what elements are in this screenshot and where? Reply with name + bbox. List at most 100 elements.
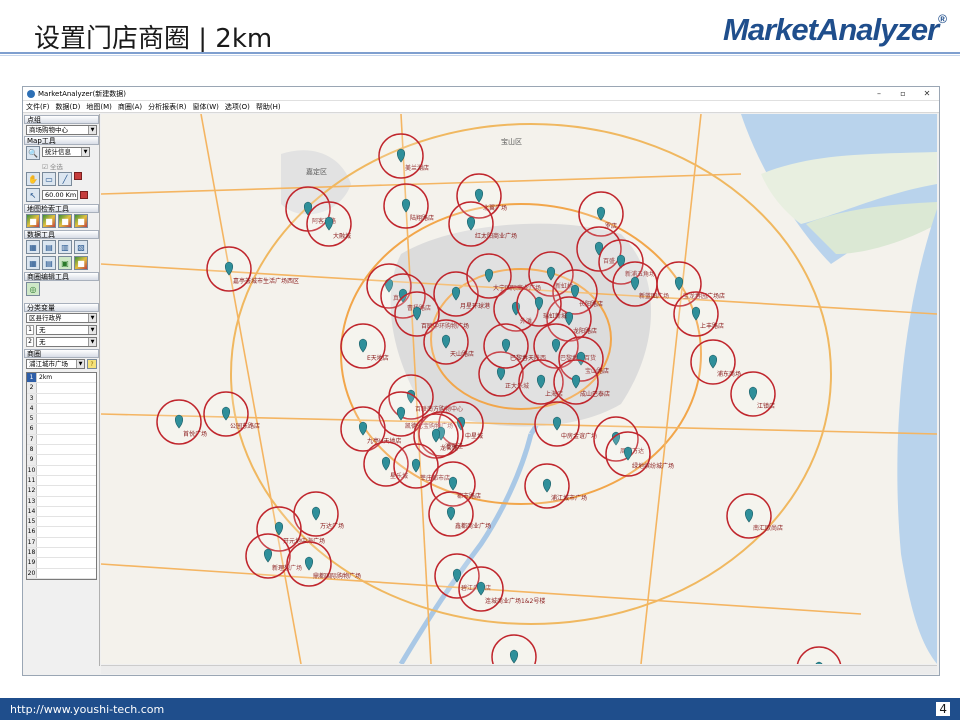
list-item[interactable]: 20 xyxy=(27,568,96,579)
list-item[interactable]: 3 xyxy=(27,393,96,404)
menu-trade-area[interactable]: 商圈(A) xyxy=(118,102,142,112)
rectangle-select-icon[interactable]: ▭ xyxy=(42,172,56,186)
stat-info-select[interactable]: 统计信息 ▼ xyxy=(42,147,90,157)
store-label: 龙茗路 xyxy=(440,444,458,452)
range-apply-icon[interactable] xyxy=(80,191,88,199)
store-label: 南汇欧尚店 xyxy=(753,524,783,532)
store-label: 连城商业广场1&2号楼 xyxy=(485,597,545,605)
list-item[interactable]: 9 xyxy=(27,455,96,466)
list-item[interactable]: 7 xyxy=(27,434,96,446)
list-item[interactable]: 12 xyxy=(27,486,96,497)
list-item[interactable]: 11 xyxy=(27,475,96,487)
circle-area-icon[interactable]: ◎ xyxy=(26,282,40,296)
list-item[interactable]: 14 xyxy=(27,506,96,518)
store-label: 嘉亭荟城市生活广场西区 xyxy=(233,277,299,285)
highway-3 xyxy=(640,114,702,664)
pointer-icon[interactable]: ↖ xyxy=(26,188,40,202)
list-item[interactable]: 2 xyxy=(27,383,96,394)
maximize-button[interactable]: ▫ xyxy=(891,89,915,98)
variable-1-select[interactable]: 无 ▼ xyxy=(36,325,97,335)
list-item-label xyxy=(37,414,39,423)
list-item[interactable]: 8 xyxy=(27,445,96,456)
menu-map[interactable]: 地图(M) xyxy=(86,102,112,112)
menu-data[interactable]: 数据(D) xyxy=(56,102,81,112)
map-search-tools-section: 地图检索工具 xyxy=(24,204,99,213)
variable-2-value: 无 xyxy=(39,338,46,346)
pan-hand-icon[interactable]: ✋ xyxy=(26,172,40,186)
map-tools-section: Map工具 xyxy=(24,136,99,145)
classify-variable-select[interactable]: 区县行政界 ▼ xyxy=(26,313,97,323)
table-icon[interactable]: ▦ xyxy=(26,240,40,254)
range-flag-icon[interactable] xyxy=(74,172,82,180)
district-label-jiading: 嘉定区 xyxy=(306,167,327,176)
region-search-icon[interactable]: ■ xyxy=(42,214,56,228)
title-divider-light xyxy=(0,55,960,56)
map-view[interactable]: 嘉定区宝山区美兰湖店北翼广场红太阳商业广场罗店阿客苏路大融城陆翔路店嘉亭荟城市生… xyxy=(101,114,937,664)
select-all-checkbox[interactable]: ☑ 全选 xyxy=(24,161,99,171)
list-item[interactable]: 13 xyxy=(27,496,96,507)
list-item-index: 8 xyxy=(27,445,37,455)
list-item[interactable]: 4 xyxy=(27,403,96,415)
measure-icon[interactable]: ╱ xyxy=(58,172,72,186)
list-item[interactable]: 5 xyxy=(27,414,96,425)
zoom-icon[interactable]: 🔍 xyxy=(26,146,40,160)
select-all-label: 全选 xyxy=(49,163,63,171)
list-item[interactable]: 16 xyxy=(27,527,96,538)
list-item[interactable]: 19 xyxy=(27,558,96,569)
poi-search-icon[interactable]: ■ xyxy=(58,214,72,228)
map-horizontal-scrollbar[interactable] xyxy=(101,665,937,674)
list-item[interactable]: 18 xyxy=(27,548,96,559)
variable-1-index: 1 xyxy=(26,325,34,335)
footer-url[interactable]: http://www.youshi-tech.com xyxy=(10,703,164,716)
trade-area-row: 浦江城市广场 ▼ ? xyxy=(24,358,99,370)
layer-search-icon[interactable]: ■ xyxy=(26,214,40,228)
store-label: 天山路店 xyxy=(450,350,474,358)
list-item[interactable]: 15 xyxy=(27,517,96,528)
classify-variable-section: 分类变量 xyxy=(24,303,99,312)
list-item[interactable]: 6 xyxy=(27,424,96,435)
list-item-index: 5 xyxy=(27,414,37,424)
list-item-index: 20 xyxy=(27,568,37,578)
menu-window[interactable]: 窗体(W) xyxy=(192,102,218,112)
menu-options[interactable]: 选项(O) xyxy=(225,102,250,112)
chevron-down-icon: ▼ xyxy=(88,338,96,346)
thematic-map-icon[interactable]: ■ xyxy=(74,256,88,270)
list-item[interactable]: 17 xyxy=(27,537,96,549)
help-icon[interactable]: ? xyxy=(87,359,97,369)
grid-icon[interactable]: ▦ xyxy=(26,256,40,270)
variable-2-row: 2 无 ▼ xyxy=(24,336,99,348)
store-label: 红太阳商业广场 xyxy=(475,232,517,240)
list-item-label xyxy=(37,548,39,557)
app-icon xyxy=(27,89,35,98)
variable-2-select[interactable]: 无 ▼ xyxy=(36,337,97,347)
map-canvas[interactable]: 嘉定区宝山区美兰湖店北翼广场红太阳商业广场罗店阿客苏路大融城陆翔路店嘉亭荟城市生… xyxy=(101,114,937,664)
report-icon[interactable]: ▥ xyxy=(58,240,72,254)
calculator-icon[interactable]: ▧ xyxy=(74,240,88,254)
menu-help[interactable]: 帮助(H) xyxy=(256,102,281,112)
store-label: 中房金谊广场 xyxy=(561,432,597,440)
list-item[interactable]: 1 2km xyxy=(27,373,96,384)
list-item[interactable]: 10 xyxy=(27,465,96,476)
list-item-index: 9 xyxy=(27,455,37,465)
chart-icon[interactable]: ▤ xyxy=(42,240,56,254)
export-icon[interactable]: ▣ xyxy=(58,256,72,270)
menu-reports[interactable]: 分析报表(R) xyxy=(148,102,186,112)
store-label: 月星环球港 xyxy=(460,302,490,310)
chevron-down-icon: ▼ xyxy=(88,314,96,322)
list-item-index: 16 xyxy=(27,527,37,537)
heatmap-icon[interactable]: ■ xyxy=(74,214,88,228)
menu-bar: 文件(F) 数据(D) 地图(M) 商圈(A) 分析报表(R) 窗体(W) 选项… xyxy=(23,101,939,113)
trade-area-select[interactable]: 浦江城市广场 ▼ xyxy=(26,359,85,369)
store-label: 浦江城市广场 xyxy=(551,494,587,502)
trade-area-list: 1 2km 2 3 4 5 6 7 8 9 10 11 12 13 14 15 16 17 18 19 20 xyxy=(26,372,97,580)
range-input[interactable]: 60.00 Km xyxy=(42,190,78,200)
store-label: 大融城 xyxy=(333,232,351,240)
close-button[interactable]: ✕ xyxy=(915,89,939,98)
store-label: 江镇店 xyxy=(757,402,775,410)
point-group-select[interactable]: 商场购物中心 ▼ xyxy=(26,125,97,135)
sheet-icon[interactable]: ▤ xyxy=(42,256,56,270)
map-tools-row-2: ✋ ▭ ╱ xyxy=(24,171,99,187)
menu-file[interactable]: 文件(F) xyxy=(26,102,50,112)
list-item-index: 19 xyxy=(27,558,37,568)
minimize-button[interactable]: – xyxy=(867,89,891,98)
